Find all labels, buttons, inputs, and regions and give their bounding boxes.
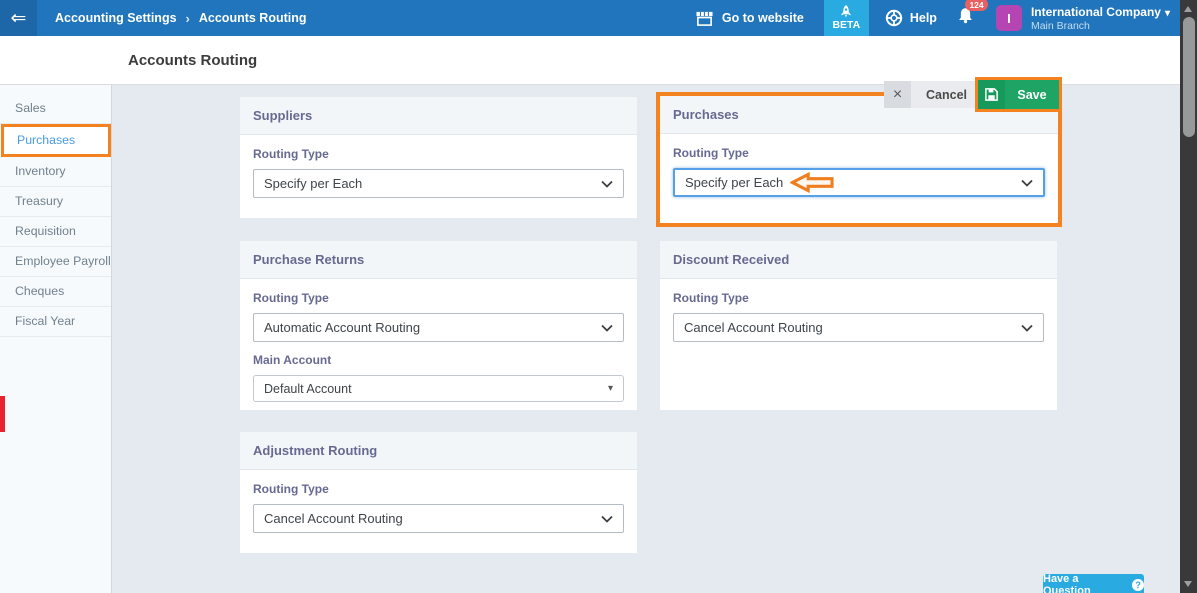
purchase-returns-main-account-value: Default Account	[264, 382, 352, 396]
purchase-returns-main-account-dropdown[interactable]: Default Account ▾	[253, 375, 624, 402]
purchase-returns-card-title: Purchase Returns	[240, 241, 637, 279]
adjustment-routing-routing-type-value: Cancel Account Routing	[264, 511, 403, 526]
beta-badge[interactable]: BETA	[824, 0, 869, 36]
beta-label: BETA	[832, 19, 860, 31]
cancel-button-label: Cancel	[911, 81, 982, 108]
adjustment-routing-card: Adjustment Routing Routing Type Cancel A…	[240, 432, 637, 553]
adjustment-routing-routing-type-select[interactable]: Cancel Account Routing	[253, 504, 624, 533]
sidebar-item-cheques[interactable]: Cheques	[0, 277, 111, 307]
purchase-returns-card: Purchase Returns Routing Type Automatic …	[240, 241, 637, 410]
breadcrumb-accounting-settings[interactable]: Accounting Settings	[55, 11, 177, 25]
save-button-highlight-annotation: Save	[975, 77, 1062, 112]
settings-sidebar: Sales Purchases Inventory Treasury Requi…	[0, 85, 112, 593]
breadcrumb: Accounting Settings › Accounts Routing	[55, 0, 307, 36]
scrollbar-thumb[interactable]	[1183, 17, 1195, 137]
suppliers-routing-type-select[interactable]: Specify per Each	[253, 169, 624, 198]
company-menu[interactable]: International Company ▾ Main Branch	[1031, 5, 1170, 32]
have-a-question-button[interactable]: Have a Question ?	[1043, 574, 1144, 593]
discount-received-routing-type-select[interactable]: Cancel Account Routing	[673, 313, 1044, 342]
adjustment-routing-card-title: Adjustment Routing	[240, 432, 637, 470]
purchases-routing-type-label: Routing Type	[673, 146, 1045, 160]
menu-collapse-button[interactable]: ⇐	[0, 0, 37, 36]
topbar-right-cluster: Go to website BETA Help	[695, 0, 1170, 36]
close-icon: ×	[884, 81, 911, 108]
go-to-website-label: Go to website	[722, 11, 804, 25]
branch-name: Main Branch	[1031, 20, 1170, 32]
topbar: ⇐ Accounting Settings › Accounts Routing…	[0, 0, 1180, 36]
page-header: Accounts Routing × Cancel Save	[0, 36, 1180, 85]
discount-received-routing-type-value: Cancel Account Routing	[684, 320, 823, 335]
rocket-icon	[840, 5, 852, 18]
purchase-returns-routing-type-label: Routing Type	[253, 291, 624, 305]
discount-received-card-title: Discount Received	[660, 241, 1057, 279]
chevron-down-icon: ▾	[1165, 8, 1170, 19]
sidebar-item-sales[interactable]: Sales	[0, 94, 111, 124]
vertical-scrollbar[interactable]	[1180, 0, 1197, 593]
discount-received-routing-type-label: Routing Type	[673, 291, 1044, 305]
suppliers-routing-type-value: Specify per Each	[264, 176, 362, 191]
breadcrumb-separator-icon: ›	[186, 11, 190, 26]
chevron-down-icon	[601, 515, 613, 523]
help-label: Help	[910, 11, 937, 25]
suppliers-card: Suppliers Routing Type Specify per Each	[240, 97, 637, 218]
page-title: Accounts Routing	[128, 36, 257, 84]
sidebar-item-inventory[interactable]: Inventory	[0, 157, 111, 187]
help-lifering-icon	[885, 9, 903, 27]
purchases-card: Purchases Routing Type Specify per Each	[660, 96, 1058, 223]
company-name: International Company	[1031, 5, 1161, 19]
purchase-returns-routing-type-select[interactable]: Automatic Account Routing	[253, 313, 624, 342]
question-mark-icon: ?	[1132, 579, 1144, 591]
chevron-down-icon	[1021, 179, 1033, 187]
scrollbar-up-arrow[interactable]	[1184, 6, 1192, 12]
discount-received-card: Discount Received Routing Type Cancel Ac…	[660, 241, 1057, 410]
sidebar-item-employee-payroll[interactable]: Employee Payroll	[0, 247, 111, 277]
save-floppy-icon	[984, 87, 999, 102]
caret-down-icon: ▾	[608, 383, 613, 394]
purchases-routing-type-value: Specify per Each	[685, 175, 783, 190]
scrollbar-down-arrow[interactable]	[1184, 581, 1192, 587]
sidebar-item-purchases[interactable]: Purchases	[1, 124, 111, 157]
red-edge-accent	[0, 396, 5, 432]
cancel-button[interactable]: × Cancel	[884, 81, 982, 108]
left-arrow-annotation-icon	[790, 172, 834, 193]
notifications-button[interactable]: 124	[957, 7, 974, 29]
company-avatar[interactable]: I	[996, 5, 1022, 31]
suppliers-routing-type-label: Routing Type	[253, 147, 624, 161]
storefront-icon	[695, 10, 714, 27]
sidebar-item-requisition[interactable]: Requisition	[0, 217, 111, 247]
help-button[interactable]: Help	[885, 9, 937, 27]
save-button[interactable]: Save	[978, 80, 1059, 109]
chevron-down-icon	[601, 324, 613, 332]
breadcrumb-accounts-routing[interactable]: Accounts Routing	[199, 11, 307, 25]
save-button-label: Save	[1005, 80, 1059, 109]
suppliers-card-title: Suppliers	[240, 97, 637, 135]
go-to-website-link[interactable]: Go to website	[695, 10, 804, 27]
adjustment-routing-routing-type-label: Routing Type	[253, 482, 624, 496]
purchases-card-highlight-annotation: Purchases Routing Type Specify per Each	[656, 92, 1062, 227]
chevron-down-icon	[1021, 324, 1033, 332]
sidebar-item-treasury[interactable]: Treasury	[0, 187, 111, 217]
purchases-routing-type-select[interactable]: Specify per Each	[673, 168, 1045, 197]
have-a-question-label: Have a Question	[1043, 573, 1127, 593]
notification-count-badge: 124	[965, 0, 988, 11]
purchase-returns-routing-type-value: Automatic Account Routing	[264, 320, 420, 335]
chevron-down-icon	[601, 180, 613, 188]
collapse-arrow-icon: ⇐	[11, 9, 27, 28]
sidebar-item-fiscal-year[interactable]: Fiscal Year	[0, 307, 111, 337]
purchase-returns-main-account-label: Main Account	[253, 353, 624, 367]
